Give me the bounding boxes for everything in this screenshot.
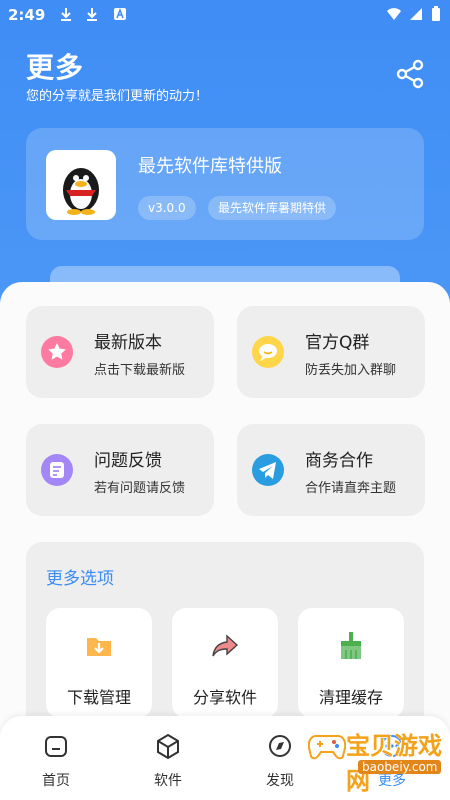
download-notification-icon (61, 8, 71, 21)
share-arrow-icon (212, 634, 239, 657)
tile-title: 商务合作 (305, 451, 373, 471)
app-logo (46, 150, 116, 220)
status-time: 2:49 (8, 6, 46, 24)
nav-label: 软件 (154, 773, 182, 789)
option-label: 分享软件 (192, 688, 257, 707)
tile-title: 最新版本 (94, 333, 162, 353)
version-badge: v3.0.0 (138, 196, 196, 220)
tile-subtitle: 防丢失加入群聊 (305, 363, 397, 378)
latest-version-tile[interactable]: 最新版本 点击下载最新版 (26, 306, 214, 398)
broom-icon (341, 632, 361, 659)
nav-software[interactable]: 软件 (112, 716, 224, 800)
chat-bubble-icon (252, 336, 284, 368)
page-subtitle: 您的分享就是我们更新的动力！ (26, 89, 209, 104)
tile-title: 问题反馈 (94, 451, 162, 471)
clear-cache-button[interactable]: 清理缓存 (298, 608, 404, 718)
box-icon (157, 733, 179, 760)
nav-label: 首页 (42, 773, 70, 789)
telegram-icon (252, 454, 284, 486)
business-cooperation-tile[interactable]: 商务合作 合作请直奔主题 (237, 424, 425, 516)
penguin-icon (63, 168, 99, 215)
tile-subtitle: 若有问题请反馈 (94, 481, 186, 496)
watermark-url: baobeiy.com (358, 760, 442, 774)
home-icon (45, 736, 67, 757)
download-notification-icon (87, 8, 97, 21)
site-watermark: 宝贝游戏网 baobeiy.com (300, 728, 450, 795)
option-label: 下载管理 (66, 688, 131, 707)
star-icon (41, 336, 73, 368)
share-software-button[interactable]: 分享软件 (172, 608, 278, 718)
download-folder-icon (87, 638, 111, 656)
battery-icon (432, 6, 440, 21)
official-qq-group-tile[interactable]: 官方Q群 防丢失加入群聊 (237, 306, 425, 398)
download-manager-button[interactable]: 下载管理 (46, 608, 152, 718)
compass-icon (269, 735, 291, 757)
page-title: 更多 (26, 51, 85, 84)
status-bar: 2:49 (0, 0, 450, 32)
tile-subtitle: 点击下载最新版 (94, 363, 186, 378)
option-label: 清理缓存 (318, 688, 383, 707)
edition-badge: 最先软件库暑期特供 (208, 196, 337, 220)
tile-title: 官方Q群 (305, 333, 370, 353)
feedback-tile[interactable]: 问题反馈 若有问题请反馈 (26, 424, 214, 516)
more-options-title: 更多选项 (46, 569, 114, 589)
share-icon[interactable] (394, 58, 426, 90)
gamepad-icon (308, 735, 346, 760)
app-info-card: 最先软件库特供版 v3.0.0 最先软件库暑期特供 (26, 128, 424, 240)
keyboard-notification-icon (114, 7, 126, 20)
nav-home[interactable]: 首页 (0, 716, 112, 800)
feedback-icon (41, 454, 73, 486)
wifi-icon (387, 8, 401, 20)
more-options-panel: 更多选项 下载管理 分享软件 清理缓存 (26, 542, 424, 732)
cellular-signal-icon (410, 8, 422, 20)
tile-subtitle: 合作请直奔主题 (305, 481, 397, 496)
app-name: 最先软件库特供版 (138, 156, 282, 177)
